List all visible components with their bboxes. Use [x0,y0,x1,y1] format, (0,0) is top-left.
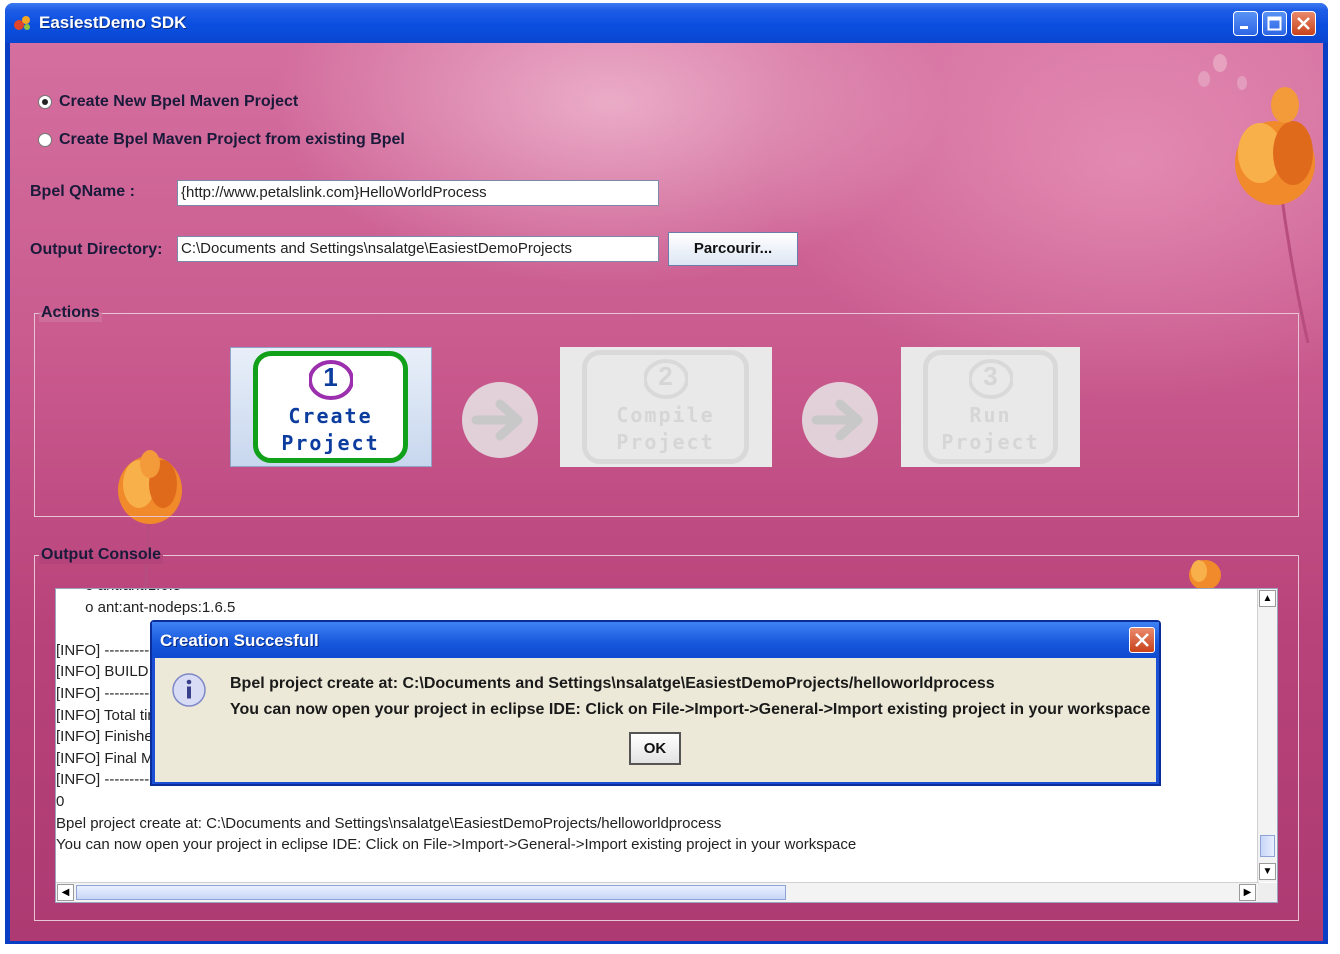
output-console-title: Output Console [39,546,163,564]
horizontal-scrollbar[interactable]: ◀ ▶ [56,882,1259,902]
app-icon [14,16,30,30]
step-line2: Project [616,430,715,454]
title-bar[interactable]: EasiestDemo SDK [5,3,1328,43]
run-project-step-button[interactable]: 3 Run Project [901,347,1080,467]
close-icon [1297,17,1310,30]
arrow-right-icon [802,382,878,458]
main-panel: Create New Bpel Maven Project Create Bpe… [10,43,1323,941]
minimize-button[interactable] [1233,11,1258,36]
scroll-left-icon[interactable]: ◀ [57,884,74,901]
close-icon [1135,633,1149,647]
window-title: EasiestDemo SDK [39,13,187,32]
step-line2: Project [941,430,1040,454]
arrow-right-icon [462,382,538,458]
browse-button[interactable]: Parcourir... [668,232,798,266]
vertical-scroll-thumb[interactable] [1260,835,1275,857]
close-button[interactable] [1291,11,1316,36]
console-line: o ant:ant:1.6.5 [56,589,1256,597]
dialog-message-line2: You can now open your project in eclipse… [230,701,1151,718]
step-number: 2 [658,361,673,391]
dialog-body: Bpel project create at: C:\Documents and… [155,658,1156,782]
console-line: o ant:ant-nodeps:1.6.5 [56,598,236,616]
qname-input[interactable]: {http://www.petalslink.com}HelloWorldPro… [177,180,659,206]
create-new-radio[interactable] [38,95,52,109]
app-window: EasiestDemo SDK Create New Bpel Maven Pr… [5,3,1328,944]
scroll-down-icon[interactable]: ▼ [1259,863,1276,880]
info-icon [172,673,206,707]
scroll-corner [1258,883,1277,902]
maximize-button[interactable] [1262,11,1287,36]
dialog-title: Creation Succesfull [160,631,319,650]
from-existing-label[interactable]: Create Bpel Maven Project from existing … [59,131,405,149]
compile-project-step-button[interactable]: 2 Compile Project [560,347,772,467]
scroll-right-icon[interactable]: ▶ [1239,884,1256,901]
from-existing-radio[interactable] [38,133,52,147]
output-directory-input[interactable]: C:\Documents and Settings\nsalatge\Easie… [177,236,659,262]
step-line1: Run [969,403,1012,427]
dialog-message-line1: Bpel project create at: C:\Documents and… [230,675,995,692]
run-project-tile: 3 Run Project [923,350,1058,464]
maximize-icon [1267,16,1282,31]
console-line: 0 [56,792,65,810]
output-directory-label: Output Directory: [30,241,163,258]
console-line: Bpel project create at: C:\Documents and… [56,814,722,832]
actions-group-title: Actions [39,304,102,322]
minimize-icon [1240,26,1248,29]
create-project-step-button[interactable]: 1 Create Project [230,347,432,467]
console-line: You can now open your project in eclipse… [56,836,857,854]
step-line1: Compile [616,403,715,427]
step-number: 3 [983,361,998,391]
dialog-close-button[interactable] [1129,627,1155,653]
flower-decoration [1198,54,1315,343]
create-project-tile: 1 Create Project [253,351,408,463]
compile-project-tile: 2 Compile Project [582,350,749,464]
create-new-label[interactable]: Create New Bpel Maven Project [59,93,298,111]
step-line1: Create [288,404,373,428]
creation-success-dialog: Creation Succesfull Bpel project create … [150,620,1161,786]
qname-label: Bpel QName : [30,183,135,200]
vertical-scrollbar[interactable]: ▲ ▼ [1257,589,1277,882]
horizontal-scroll-thumb[interactable] [76,885,786,900]
step-line2: Project [281,431,380,455]
scroll-up-icon[interactable]: ▲ [1259,590,1276,607]
step-number: 1 [323,362,338,392]
ok-button[interactable]: OK [629,732,681,765]
dialog-title-bar[interactable]: Creation Succesfull [152,622,1159,658]
